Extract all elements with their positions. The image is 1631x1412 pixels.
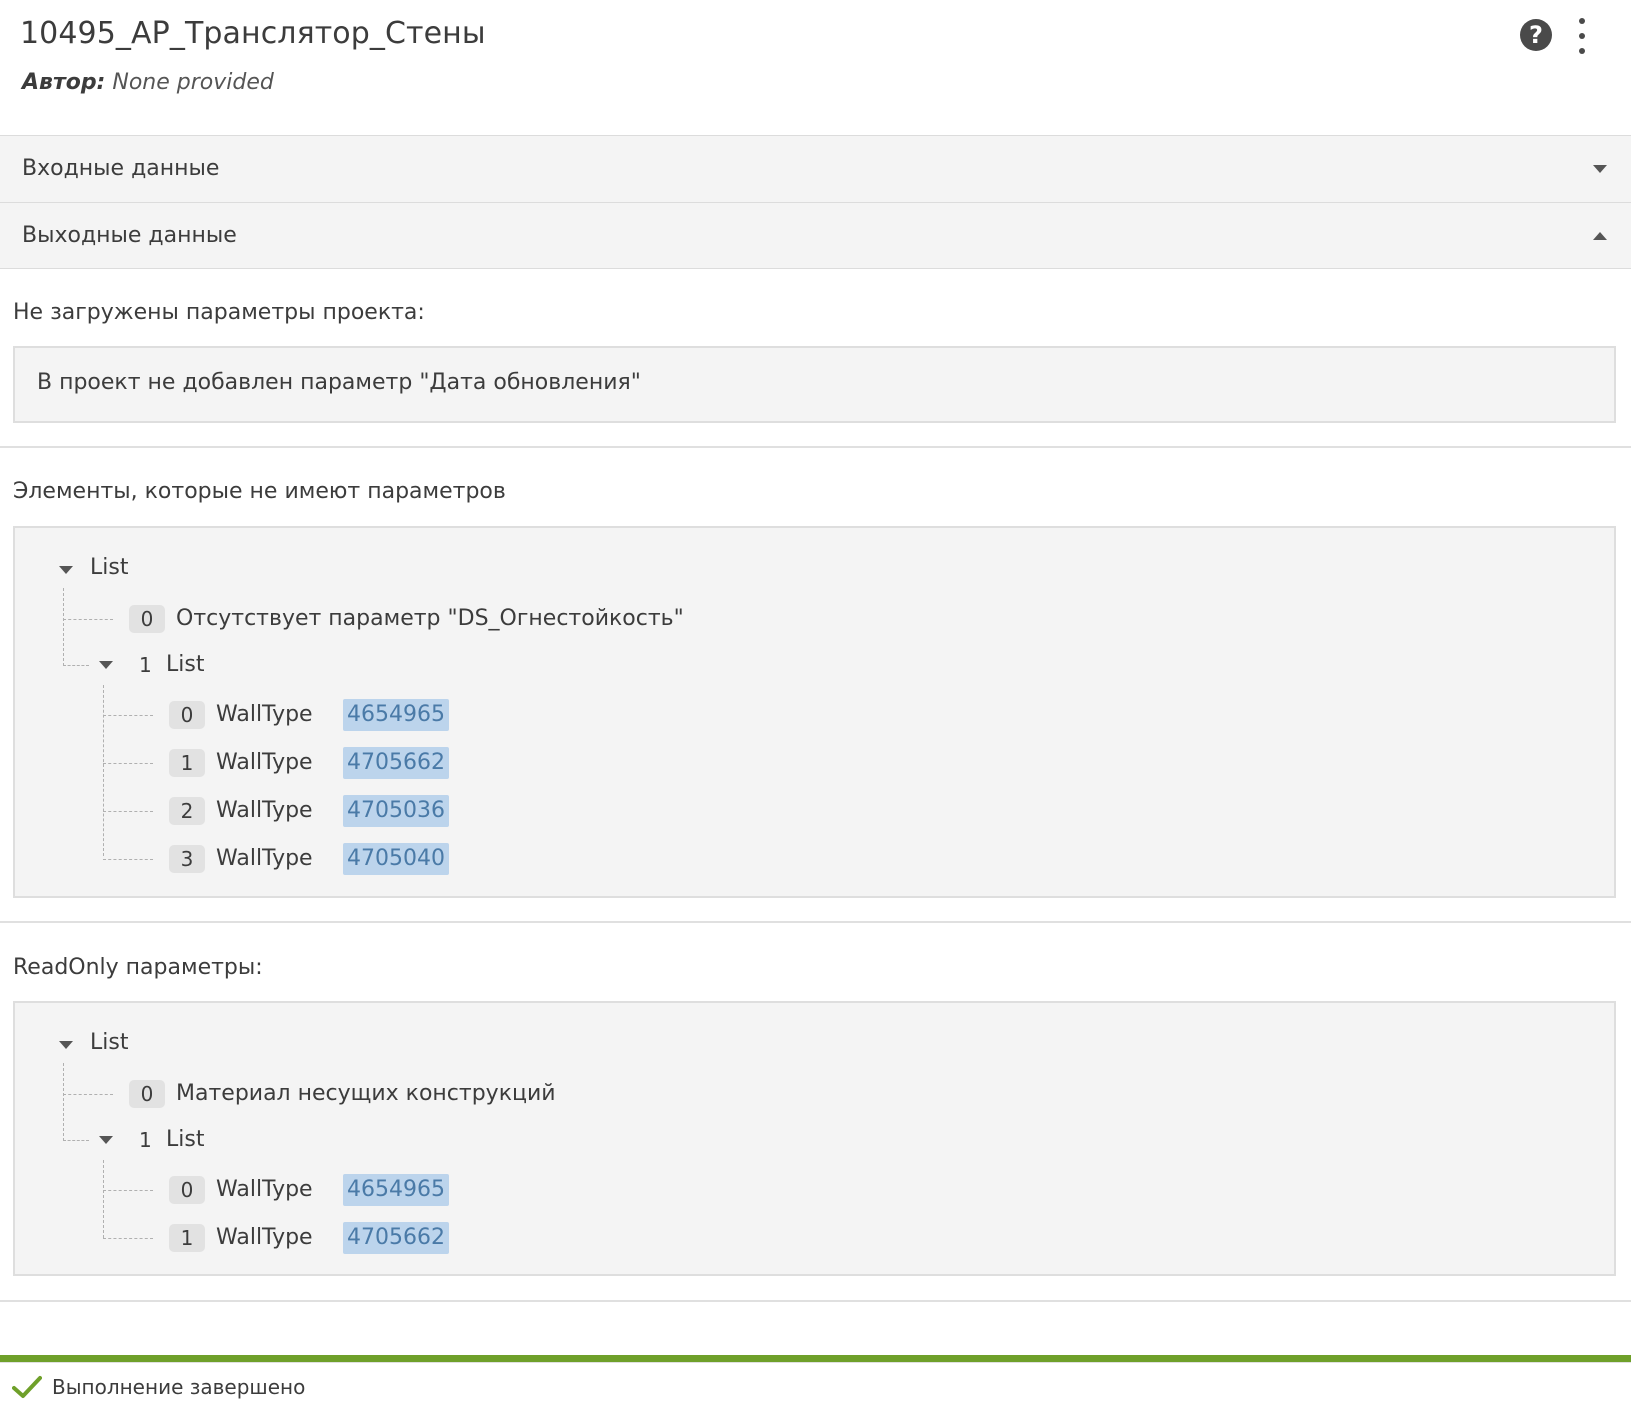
element-type: WallType — [216, 798, 313, 823]
tree-connector — [103, 685, 104, 856]
list-index: 1 — [139, 653, 152, 677]
author-value: None provided — [112, 70, 274, 95]
index-badge: 0 — [129, 605, 165, 633]
status-text: Выполнение завершено — [52, 1375, 306, 1399]
index-badge: 0 — [129, 1080, 165, 1108]
tree-connector — [63, 1063, 64, 1141]
missing-params-tree: List 0 Отсутствует параметр "DS_Огнестой… — [13, 526, 1616, 898]
tree-connector — [63, 1094, 113, 1095]
collapse-icon[interactable] — [59, 1041, 73, 1049]
index-badge: 0 — [169, 1176, 205, 1204]
check-icon — [12, 1376, 42, 1398]
element-id-link[interactable]: 4705662 — [343, 1222, 449, 1254]
index-badge: 2 — [169, 797, 205, 825]
inputs-accordion-label: Входные данные — [22, 156, 220, 181]
index-badge: 3 — [169, 845, 205, 873]
tree-sublist-label: List — [166, 652, 205, 677]
tree-connector — [103, 1160, 104, 1238]
index-badge: 1 — [169, 1224, 205, 1252]
element-type: WallType — [216, 846, 313, 871]
tree-connector — [103, 811, 153, 812]
tree-connector — [63, 1140, 89, 1141]
element-type: WallType — [216, 750, 313, 775]
chevron-up-icon — [1593, 232, 1607, 240]
tree-item-text: Отсутствует параметр "DS_Огнестойкость" — [176, 606, 684, 631]
element-id-link[interactable]: 4654965 — [343, 1174, 449, 1206]
element-type: WallType — [216, 702, 313, 727]
tree-item-text: Материал несущих конструкций — [176, 1081, 556, 1106]
help-icon[interactable]: ? — [1520, 19, 1552, 51]
tree-root-label: List — [90, 555, 129, 580]
more-options-icon[interactable] — [1574, 18, 1590, 54]
collapse-icon[interactable] — [99, 661, 113, 669]
project-params-box: В проект не добавлен параметр "Дата обно… — [13, 346, 1616, 423]
index-badge: 0 — [169, 701, 205, 729]
chevron-down-icon — [1593, 165, 1607, 173]
outputs-accordion[interactable]: Выходные данные — [0, 202, 1631, 269]
tree-connector — [103, 763, 153, 764]
page-title: 10495_АР_Транслятор_Стены — [20, 16, 486, 51]
author-label: Автор: — [22, 70, 106, 95]
list-index: 1 — [139, 1128, 152, 1152]
project-params-value: В проект не добавлен параметр "Дата обно… — [37, 370, 641, 395]
divider — [0, 921, 1631, 923]
collapse-icon[interactable] — [59, 566, 73, 574]
outputs-accordion-label: Выходные данные — [22, 223, 237, 248]
divider — [0, 1300, 1631, 1302]
readonly-params-label: ReadOnly параметры: — [13, 955, 263, 980]
collapse-icon[interactable] — [99, 1136, 113, 1144]
tree-connector — [103, 1238, 153, 1239]
tree-root-label: List — [90, 1030, 129, 1055]
element-type: WallType — [216, 1225, 313, 1250]
tree-connector — [63, 665, 89, 666]
tree-connector — [103, 715, 153, 716]
element-id-link[interactable]: 4654965 — [343, 699, 449, 731]
project-params-label: Не загружены параметры проекта: — [13, 300, 425, 325]
element-id-link[interactable]: 4705662 — [343, 747, 449, 779]
tree-sublist-label: List — [166, 1127, 205, 1152]
tree-connector — [103, 1190, 153, 1191]
element-id-link[interactable]: 4705036 — [343, 795, 449, 827]
divider — [0, 446, 1631, 448]
tree-connector — [63, 588, 64, 666]
tree-connector — [63, 619, 113, 620]
progress-bar — [0, 1355, 1631, 1362]
status-bar: Выполнение завершено — [0, 1362, 1631, 1412]
inputs-accordion[interactable]: Входные данные — [0, 135, 1631, 202]
progress-fill — [0, 1355, 1631, 1362]
header: 10495_АР_Транслятор_Стены Автор: None pr… — [0, 0, 1631, 135]
index-badge: 1 — [169, 749, 205, 777]
readonly-params-tree: List 0 Материал несущих конструкций 1 Li… — [13, 1001, 1616, 1276]
element-id-link[interactable]: 4705040 — [343, 843, 449, 875]
tree-connector — [103, 859, 153, 860]
missing-params-label: Элементы, которые не имеют параметров — [13, 479, 506, 504]
author-line: Автор: None provided — [22, 70, 274, 95]
element-type: WallType — [216, 1177, 313, 1202]
